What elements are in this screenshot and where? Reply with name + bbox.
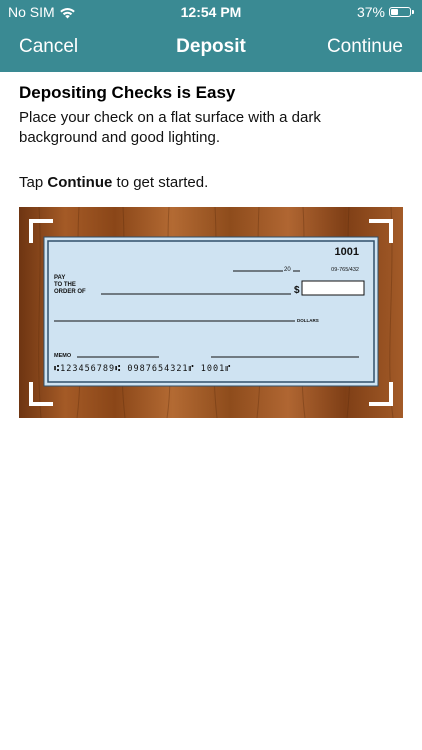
battery-fill <box>391 9 398 15</box>
pay-label-line1: PAY <box>54 275 65 281</box>
memo-label: MEMO <box>54 353 72 359</box>
micr-line: ⑆123456789⑆ 0987654321⑈ 1001⑈ <box>54 364 231 374</box>
tap-continue-emphasis: Continue <box>47 174 113 191</box>
amount-box <box>301 280 365 296</box>
instructions-heading: Depositing Checks is Easy <box>19 83 236 102</box>
check-number: 1001 <box>335 246 359 258</box>
battery-group: 37% <box>357 4 414 20</box>
battery-tip <box>412 10 414 14</box>
dollars-label: DOLLARS <box>297 318 319 323</box>
dollar-sign: $ <box>294 285 300 296</box>
routing-fraction: 09-765/432 <box>331 267 359 273</box>
tap-instruction: Tap Continue to get started. <box>19 173 403 193</box>
instructions-description: Place your check on a flat surface with … <box>19 109 321 146</box>
tap-suffix: to get started. <box>112 174 209 191</box>
status-bar: No SIM 12:54 PM 37% <box>0 0 422 24</box>
tap-prefix: Tap <box>19 174 48 191</box>
date-prefix: 20 <box>284 267 291 273</box>
pay-label-line3: ORDER OF <box>54 289 86 295</box>
check-illustration: 1001 20 09-765/432 PAY TO THE ORDER OF $… <box>19 207 403 418</box>
instructions: Depositing Checks is Easy Place your che… <box>19 82 403 193</box>
nav-bar: Cancel Deposit Continue <box>0 30 422 66</box>
battery-percent: 37% <box>356 4 385 20</box>
battery-icon <box>389 7 411 17</box>
pay-label-line2: TO THE <box>54 282 76 288</box>
cancel-button[interactable]: Cancel <box>19 36 78 58</box>
header-bar: No SIM 12:54 PM 37% Cancel Deposit Conti… <box>0 0 422 72</box>
check-example-image: 1001 20 09-765/432 PAY TO THE ORDER OF $… <box>19 207 403 418</box>
continue-button[interactable]: Continue <box>327 36 403 58</box>
